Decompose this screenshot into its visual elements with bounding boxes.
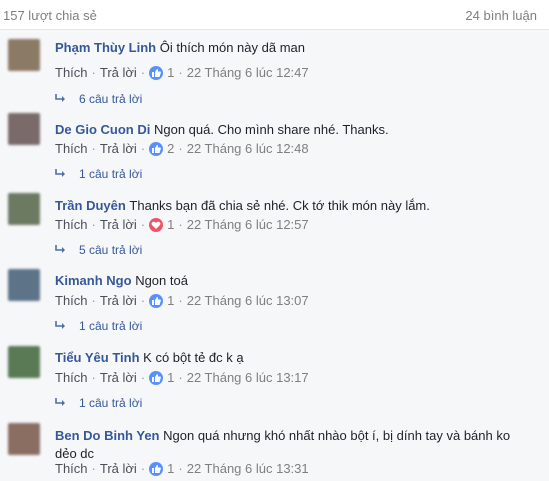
comment-actions: Thích · Trả lời · 2 · 22 Tháng 6 lúc 12:… — [55, 141, 309, 156]
comment-actions: Thích · Trả lời · 1 · 22 Tháng 6 lúc 13:… — [55, 293, 309, 308]
reaction-count[interactable]: 2 — [167, 141, 174, 156]
separator-dot: · — [91, 370, 96, 385]
reaction-count[interactable]: 1 — [167, 65, 174, 80]
reaction-count[interactable]: 1 — [167, 293, 174, 308]
comment-time[interactable]: 22 Tháng 6 lúc 12:48 — [187, 141, 309, 156]
comment-time[interactable]: 22 Tháng 6 lúc 13:07 — [187, 293, 309, 308]
separator-dot: · — [178, 293, 183, 308]
comment-text: Ngon quá. Cho mình share nhé. Thanks. — [153, 122, 389, 137]
comment-time[interactable]: 22 Tháng 6 lúc 13:31 — [187, 461, 309, 476]
like-icon[interactable] — [149, 461, 164, 476]
view-replies-link[interactable]: 5 câu trả lời — [55, 243, 142, 257]
separator-dot: · — [178, 141, 183, 156]
separator-dot: · — [91, 293, 96, 308]
comment-actions: Thích · Trả lời · 1 · 22 Tháng 6 lúc 12:… — [55, 65, 309, 80]
reply-button[interactable]: Trả lời — [100, 217, 137, 232]
comment-actions: Thích · Trả lời · 1 · 22 Tháng 6 lúc 13:… — [55, 370, 309, 385]
comment-actions: Thích · Trả lời · 1 · 22 Tháng 6 lúc 13:… — [55, 461, 309, 476]
like-button[interactable]: Thích — [55, 370, 88, 385]
comment-time[interactable]: 22 Tháng 6 lúc 13:17 — [187, 370, 309, 385]
reaction-count[interactable]: 1 — [167, 370, 174, 385]
comment-text: K có bột tẻ đc k ạ — [143, 350, 244, 365]
like-button[interactable]: Thích — [55, 293, 88, 308]
comment-body: Kimanh Ngo Ngon toá — [55, 273, 188, 288]
reply-button[interactable]: Trả lời — [100, 65, 137, 80]
replies-count[interactable]: 1 câu trả lời — [79, 319, 142, 333]
reply-arrow-icon — [55, 321, 65, 329]
avatar[interactable] — [8, 193, 40, 225]
separator-dot: · — [178, 461, 183, 476]
avatar[interactable] — [8, 269, 40, 301]
like-button[interactable]: Thích — [55, 65, 88, 80]
view-replies-link[interactable]: 1 câu trả lời — [55, 319, 142, 333]
replies-count[interactable]: 1 câu trả lời — [79, 396, 142, 410]
comment-author[interactable]: Phạm Thùy Linh — [55, 40, 156, 55]
reaction-count[interactable]: 1 — [167, 461, 174, 476]
comment-author[interactable]: Tiểu Yêu Tinh — [55, 350, 140, 365]
separator-dot: · — [178, 370, 183, 385]
comment-author[interactable]: Kimanh Ngo — [55, 273, 132, 288]
like-button[interactable]: Thích — [55, 141, 88, 156]
avatar[interactable] — [8, 39, 40, 71]
reply-arrow-icon — [55, 169, 65, 177]
like-icon[interactable] — [149, 141, 164, 156]
comment-text: Ôi thích món này dã man — [159, 40, 305, 55]
comment-body: Phạm Thùy Linh Ôi thích món này dã man — [55, 40, 305, 55]
like-button[interactable]: Thích — [55, 461, 88, 476]
separator-dot: · — [91, 141, 96, 156]
separator-dot: · — [140, 141, 146, 156]
comment-time[interactable]: 22 Tháng 6 lúc 12:57 — [187, 217, 309, 232]
comment-time[interactable]: 22 Tháng 6 lúc 12:47 — [187, 65, 309, 80]
reply-button[interactable]: Trả lời — [100, 370, 137, 385]
avatar[interactable] — [8, 346, 40, 378]
separator-dot: · — [140, 65, 146, 80]
comment-body: De Gio Cuon Di Ngon quá. Cho mình share … — [55, 122, 389, 137]
view-replies-link[interactable]: 1 câu trả lời — [55, 396, 142, 410]
separator-dot: · — [140, 461, 146, 476]
separator-dot: · — [140, 217, 146, 232]
reaction-count[interactable]: 1 — [167, 217, 174, 232]
comment-text: Thanks bạn đã chia sẻ nhé. Ck tớ thik mó… — [129, 198, 430, 213]
reply-button[interactable]: Trả lời — [100, 293, 137, 308]
separator-dot: · — [91, 461, 96, 476]
replies-count[interactable]: 1 câu trả lời — [79, 167, 142, 181]
separator-dot: · — [91, 217, 96, 232]
reply-arrow-icon — [55, 398, 65, 406]
comment-author[interactable]: Trần Duyên — [55, 198, 126, 213]
view-replies-link[interactable]: 1 câu trả lời — [55, 167, 142, 181]
love-icon[interactable] — [149, 217, 164, 232]
avatar[interactable] — [8, 423, 40, 455]
reply-arrow-icon — [55, 94, 65, 102]
like-icon[interactable] — [149, 370, 164, 385]
avatar[interactable] — [8, 113, 40, 145]
comment-actions: Thích · Trả lời · 1 · 22 Tháng 6 lúc 12:… — [55, 217, 309, 232]
comment-body: Ben Do Binh Yen Ngon quá nhưng khó nhất … — [55, 427, 525, 463]
comment-count[interactable]: 24 bình luận — [465, 8, 537, 23]
comment-text: Ngon toá — [135, 273, 188, 288]
comment-list: Phạm Thùy Linh Ôi thích món này dã man T… — [0, 30, 549, 481]
like-button[interactable]: Thích — [55, 217, 88, 232]
separator-dot: · — [91, 65, 96, 80]
reply-arrow-icon — [55, 245, 65, 253]
separator-dot: · — [140, 370, 146, 385]
view-replies-link[interactable]: 6 câu trả lời — [55, 92, 142, 106]
share-count[interactable]: 157 lượt chia sẻ — [3, 8, 97, 23]
comment-author[interactable]: Ben Do Binh Yen — [55, 428, 160, 443]
separator-dot: · — [178, 65, 183, 80]
replies-count[interactable]: 5 câu trả lời — [79, 243, 142, 257]
reply-button[interactable]: Trả lời — [100, 461, 137, 476]
comment-author[interactable]: De Gio Cuon Di — [55, 122, 150, 137]
comment-body: Trần Duyên Thanks bạn đã chia sẻ nhé. Ck… — [55, 198, 430, 213]
like-icon[interactable] — [149, 65, 164, 80]
separator-dot: · — [178, 217, 183, 232]
separator-dot: · — [140, 293, 146, 308]
replies-count[interactable]: 6 câu trả lời — [79, 92, 142, 106]
like-icon[interactable] — [149, 293, 164, 308]
comments-header: 157 lượt chia sẻ 24 bình luận — [0, 0, 549, 30]
reply-button[interactable]: Trả lời — [100, 141, 137, 156]
comment-body: Tiểu Yêu Tinh K có bột tẻ đc k ạ — [55, 350, 244, 365]
